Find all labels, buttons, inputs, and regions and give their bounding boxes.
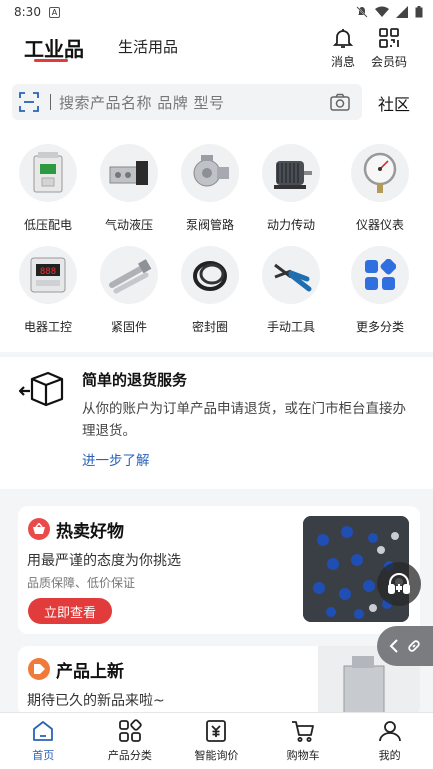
signal-icon — [396, 6, 408, 18]
category-label: 手动工具 — [266, 320, 315, 334]
messages-label: 消息 — [330, 55, 355, 69]
svg-text:888: 888 — [40, 267, 56, 277]
new-subtitle: 期待已久的新品来啦~ — [27, 693, 165, 709]
category-item[interactable]: 低压配电 — [8, 144, 88, 233]
category-label: 更多分类 — [355, 320, 404, 334]
basket-icon — [28, 518, 50, 540]
hot-title: 热卖好物 — [56, 522, 124, 542]
search-separator — [50, 94, 51, 110]
category-grid: 低压配电 气动液压 泵阀管路 动力传动 仪器仪表 888 电器工控 紧固件 密封… — [0, 130, 433, 352]
gauge-icon — [351, 144, 409, 202]
notification-badge-icon: A — [48, 6, 60, 18]
nav-categories[interactable]: 产品分类 — [87, 713, 174, 769]
category-item[interactable]: 更多分类 — [340, 246, 420, 335]
pump-icon — [181, 144, 239, 202]
category-label: 泵阀管路 — [185, 218, 234, 232]
category-label: 低压配电 — [23, 218, 72, 232]
new-tag-icon — [28, 658, 50, 680]
quote-icon — [206, 720, 227, 742]
nav-label: 购物车 — [286, 749, 320, 762]
status-bar: 8:30 A — [0, 0, 433, 24]
search-input[interactable]: 搜索产品名称 品牌 型号 — [12, 84, 362, 120]
category-item[interactable]: 仪器仪表 — [340, 144, 420, 233]
category-item[interactable]: 气动液压 — [89, 144, 169, 233]
profile-icon — [378, 721, 401, 742]
qr-code-icon — [379, 28, 399, 48]
category-icon — [118, 719, 142, 742]
bottom-nav: 首页 产品分类 智能询价 购物车 我的 — [0, 712, 433, 769]
home-icon — [33, 721, 54, 741]
tab-industrial[interactable]: 工业品 — [24, 33, 84, 62]
link-icon[interactable] — [406, 638, 422, 654]
customer-service-button[interactable] — [377, 562, 421, 606]
cart-icon — [292, 721, 314, 742]
nav-quote[interactable]: 智能询价 — [173, 713, 260, 769]
member-code-button[interactable]: 会员码 — [366, 26, 412, 72]
motor-icon — [262, 144, 320, 202]
category-item[interactable]: 紧固件 — [89, 246, 169, 335]
oring-icon — [181, 246, 239, 304]
new-title: 产品上新 — [56, 662, 124, 682]
return-service-panel: 简单的退货服务 从你的账户为订单产品申请退货，或在门市柜台直接办理退货。 进一步… — [0, 357, 433, 489]
member-code-label: 会员码 — [370, 55, 407, 69]
category-label: 气动液压 — [104, 218, 153, 232]
bolt-icon — [100, 246, 158, 304]
return-title: 简单的退货服务 — [82, 371, 188, 389]
category-label: 仪器仪表 — [355, 218, 404, 232]
wifi-icon — [375, 6, 389, 17]
category-label: 紧固件 — [110, 320, 147, 334]
category-item[interactable]: 密封圈 — [170, 246, 250, 335]
active-tab-indicator — [34, 59, 68, 62]
return-box-icon — [18, 371, 64, 407]
meter-icon: 888 — [19, 246, 77, 304]
messages-button[interactable]: 消息 — [320, 26, 366, 72]
chevron-left-icon[interactable] — [389, 639, 399, 653]
nav-label: 首页 — [32, 749, 55, 762]
camera-icon[interactable] — [330, 93, 350, 111]
category-item[interactable]: 动力传动 — [251, 144, 331, 233]
bell-icon — [332, 29, 354, 48]
return-description: 从你的账户为订单产品申请退货，或在门市柜台直接办理退货。 — [82, 401, 406, 439]
status-icons — [356, 6, 423, 18]
new-products-card[interactable]: 产品上新 期待已久的新品来啦~ — [18, 646, 420, 716]
nav-label: 智能询价 — [194, 749, 239, 762]
view-now-button[interactable]: 立即查看 — [28, 598, 112, 624]
status-time: 8:30 — [14, 5, 41, 19]
nav-profile[interactable]: 我的 — [346, 713, 433, 769]
valve-icon — [100, 144, 158, 202]
bell-muted-icon — [356, 6, 368, 18]
category-label: 电器工控 — [23, 320, 72, 334]
category-item[interactable]: 泵阀管路 — [170, 144, 250, 233]
hot-tagline: 品质保障、低价保证 — [27, 576, 136, 590]
hot-sale-card[interactable]: 热卖好物 用最严谨的态度为你挑选 品质保障、低价保证 立即查看 — [18, 506, 420, 634]
grid-icon — [351, 246, 409, 304]
nav-label: 我的 — [378, 749, 401, 762]
pliers-icon — [262, 246, 320, 304]
category-item[interactable]: 888 电器工控 — [8, 246, 88, 335]
search-row: 搜索产品名称 品牌 型号 社区 — [0, 76, 433, 130]
community-link[interactable]: 社区 — [378, 91, 410, 115]
search-placeholder: 搜索产品名称 品牌 型号 — [59, 93, 225, 112]
breaker-icon — [19, 144, 77, 202]
tab-daily-goods[interactable]: 生活用品 — [118, 36, 178, 57]
learn-more-link[interactable]: 进一步了解 — [82, 449, 150, 469]
headset-icon — [388, 573, 410, 594]
hot-subtitle: 用最严谨的态度为你挑选 — [27, 553, 181, 569]
scan-icon[interactable] — [18, 91, 40, 113]
category-label: 动力传动 — [266, 218, 315, 232]
top-header: 工业品 生活用品 消息 会员码 — [0, 24, 433, 76]
category-label: 密封圈 — [191, 320, 228, 334]
floating-share-tab[interactable] — [377, 626, 433, 666]
nav-home[interactable]: 首页 — [0, 713, 87, 769]
category-item[interactable]: 手动工具 — [251, 246, 331, 335]
nav-label: 产品分类 — [107, 749, 152, 762]
battery-icon — [415, 6, 423, 18]
nav-cart[interactable]: 购物车 — [260, 713, 347, 769]
